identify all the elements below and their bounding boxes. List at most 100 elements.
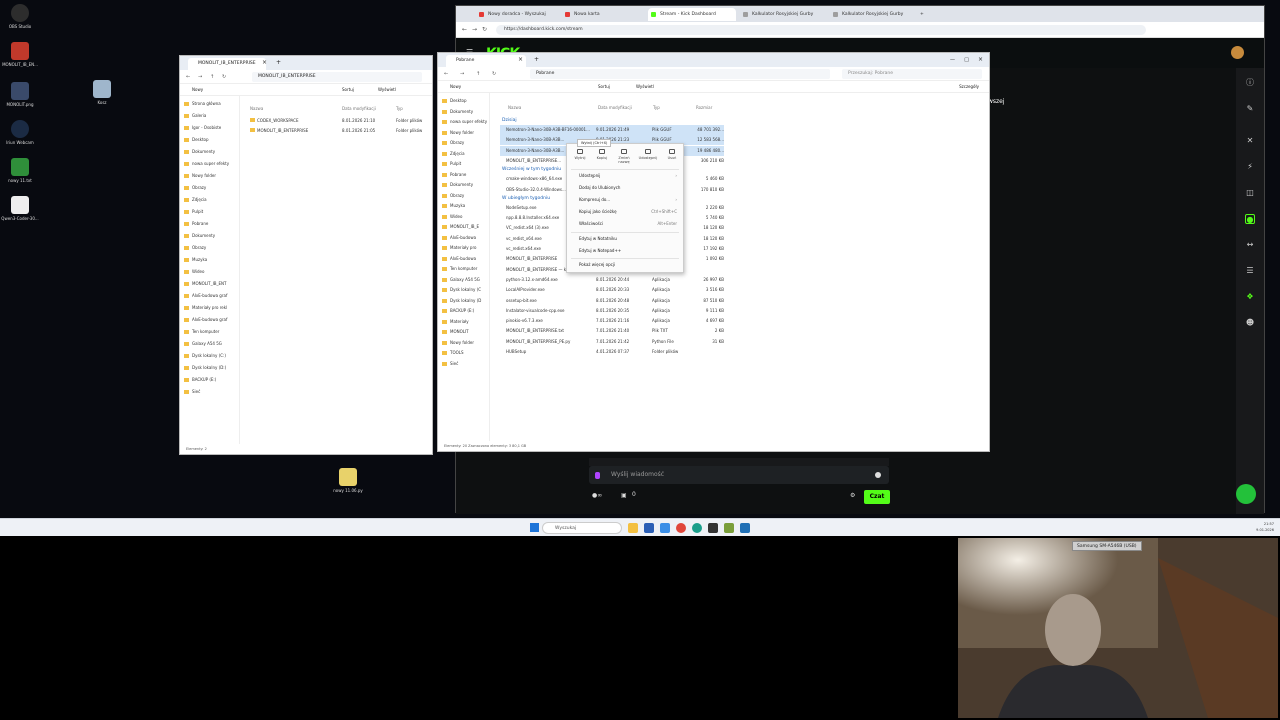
sidebar-item[interactable]: BACKUP (E:) [442, 307, 474, 315]
column-size[interactable]: Rozmiar [696, 105, 712, 110]
sidebar-item[interactable]: AIxE-budowa [442, 234, 476, 242]
sidebar-item[interactable]: Dokumenty [184, 148, 215, 156]
notepadpp-icon[interactable] [724, 523, 734, 533]
sidebar-item[interactable]: Muzyka [184, 256, 207, 264]
sidebar-item[interactable]: AIxE-budowa graf [184, 292, 227, 300]
view-button[interactable]: Wyświetl [636, 81, 654, 93]
forward-icon[interactable]: → [198, 72, 202, 82]
browser-tab[interactable]: Nowa karta [562, 8, 644, 21]
new-tab-icon[interactable]: + [276, 58, 281, 68]
menu-item-edit-notepad[interactable]: Edytuj w Notatniku [567, 233, 683, 245]
up-icon[interactable]: ↑ [476, 69, 480, 79]
cut-button[interactable]: Wytnij [569, 149, 591, 160]
new-button[interactable]: Nowy [192, 84, 203, 96]
sidebar-item[interactable]: Zdjęcia [184, 196, 207, 204]
sidebar-item[interactable]: Nowy folder [442, 129, 474, 137]
sidebar-item[interactable]: Wideo [184, 268, 204, 276]
mail-icon[interactable] [660, 523, 670, 533]
edge-icon[interactable] [692, 523, 702, 533]
sidebar-item[interactable]: Nowy folder [184, 172, 216, 180]
sidebar-item[interactable]: Galeria [184, 112, 206, 120]
wrench-icon[interactable]: ❖ [1245, 292, 1255, 302]
info-icon[interactable]: ⓘ [1245, 78, 1255, 88]
details-button[interactable]: Szczegóły [959, 81, 979, 93]
maximize-icon[interactable]: □ [964, 55, 969, 65]
sidebar-item[interactable]: Desktop [442, 97, 467, 105]
mic-button-icon[interactable] [595, 472, 600, 479]
search-input[interactable]: Przeszukaj: Pobrane [842, 69, 982, 79]
tool-icon[interactable]: ✕ [1245, 136, 1255, 146]
file-row[interactable]: LocalAIProvider.exe 8.01.2026 20:33 Aplika… [500, 285, 724, 295]
new-tab-button[interactable]: + [918, 8, 928, 21]
desktop-icon-nowy-py[interactable]: nowy 11.06.py [328, 468, 368, 493]
breadcrumb[interactable]: Pobrane [530, 69, 830, 79]
sidebar-item[interactable]: AIxE-budowa graf [184, 316, 227, 324]
menu-item-properties[interactable]: Właściwości Alt+Enter [567, 218, 683, 230]
up-icon[interactable]: ↑ [210, 72, 214, 82]
menu-item-favorites[interactable]: Dodaj do Ulubionych [567, 182, 683, 194]
sidebar-item[interactable]: AIxE-budowa [442, 255, 476, 263]
sidebar-item[interactable]: Dysk lokalny (C:) [184, 352, 226, 360]
sidebar-item[interactable]: Zdjęcia [442, 150, 465, 158]
minimize-icon[interactable]: — [950, 55, 955, 65]
sidebar-item[interactable]: Dokumenty [442, 181, 473, 189]
file-row[interactable]: ossetup-bit.exe 8.01.2026 20:48 Aplikacja 8… [500, 296, 724, 306]
group-header[interactable]: Wcześniej w tym tygodniu [502, 166, 561, 174]
back-icon[interactable]: ← [444, 69, 448, 79]
sidebar-item[interactable]: Materiały [442, 318, 469, 326]
column-type[interactable]: Typ [396, 106, 403, 111]
menu-item-copy-path[interactable]: Kopiuj jako ścieżkę Ctrl+Shift+C [567, 206, 683, 218]
sidebar-item[interactable]: MONOLIT_IB_E [442, 223, 479, 231]
browser-tab-active[interactable]: Stream - Kick Dashboard [648, 8, 736, 21]
avatar[interactable] [1231, 46, 1244, 59]
group-header[interactable]: W ubiegłym tygodniu [502, 195, 550, 203]
sort-button[interactable]: Sortuj [598, 81, 610, 93]
new-tab-icon[interactable]: + [534, 55, 539, 65]
sidebar-item[interactable]: Ten komputer [184, 328, 219, 336]
browser-tab[interactable]: Nowy doradca - Wyszukaj [476, 8, 558, 21]
sidebar-item[interactable]: BACKUP (E:) [184, 376, 216, 384]
forward-icon[interactable]: → [472, 25, 477, 35]
desktop-icon-monolit-archive[interactable]: MONOLIT_IB_EN... [0, 42, 40, 67]
refresh-icon[interactable]: ↻ [482, 25, 487, 35]
column-type[interactable]: Typ [653, 105, 660, 110]
users-icon[interactable]: ☻ [1245, 318, 1255, 328]
taskbar-clock[interactable]: 21:57 9.01.2026 [1256, 521, 1274, 533]
sidebar-item[interactable]: Dokumenty [442, 108, 473, 116]
sidebar-item[interactable]: Dysk lokalny (D [442, 297, 481, 305]
menu-item-more-options[interactable]: Pokaż więcej opcji [567, 259, 683, 271]
menu-item-edit-notepadpp[interactable]: Edytuj w Notepad++ [567, 245, 683, 257]
windows-start-icon[interactable] [530, 523, 539, 532]
sidebar-item[interactable]: Sieć [184, 388, 200, 396]
column-name[interactable]: Nazwa [250, 106, 263, 111]
pen-icon[interactable]: ✎ [1245, 104, 1255, 114]
browser-tab[interactable]: Kalkulator Rosyjskiej Gurby [740, 8, 826, 21]
url-field[interactable]: https://dashboard.kick.com/stream [496, 25, 1146, 35]
menu-item-compress[interactable]: Kompresuj do... › [567, 194, 683, 206]
sidebar-item[interactable]: nowa super efekty [184, 160, 229, 168]
sidebar-item[interactable]: Obrazy [442, 192, 464, 200]
close-window-icon[interactable]: × [978, 55, 983, 65]
sidebar-item[interactable]: Dokumenty [184, 232, 215, 240]
column-date[interactable]: Data modyfikacji [598, 105, 632, 110]
sidebar-item[interactable]: Galaxy A54 5G [442, 276, 480, 284]
sidebar-item[interactable]: nowa super efekty [442, 118, 487, 126]
sidebar-item[interactable]: Materiały pro rekl [184, 304, 227, 312]
desktop-icon-iriun[interactable]: Iriun Webcam [0, 120, 40, 145]
file-row[interactable]: MONOLIT_IB_ENTERPRISE_PE.py 7.01.2026 21:… [500, 337, 724, 347]
back-icon[interactable]: ← [462, 25, 467, 35]
settings-icon[interactable]: ⚙ [850, 492, 855, 499]
sidebar-item[interactable]: Ten komputer [442, 265, 477, 273]
stack-icon[interactable]: ☰ [1245, 266, 1255, 276]
store-icon[interactable] [644, 523, 654, 533]
menu-item-share[interactable]: Udostępnij › [567, 170, 683, 182]
sidebar-item[interactable]: Obrazy [184, 184, 206, 192]
sidebar-item[interactable]: Dysk lokalny (D:) [184, 364, 226, 372]
sidebar-item[interactable]: Desktop [184, 136, 209, 144]
sidebar-item[interactable]: Materiały pro [442, 244, 476, 252]
chat-icon[interactable]: ● [1245, 214, 1255, 224]
column-name[interactable]: Nazwa [508, 105, 521, 110]
copy-button[interactable]: Kopiuj [591, 149, 613, 160]
file-row[interactable]: Instalator-visualcode-cpp.exe 8.01.2026 2… [500, 306, 724, 316]
emoji-icon[interactable] [875, 472, 881, 478]
